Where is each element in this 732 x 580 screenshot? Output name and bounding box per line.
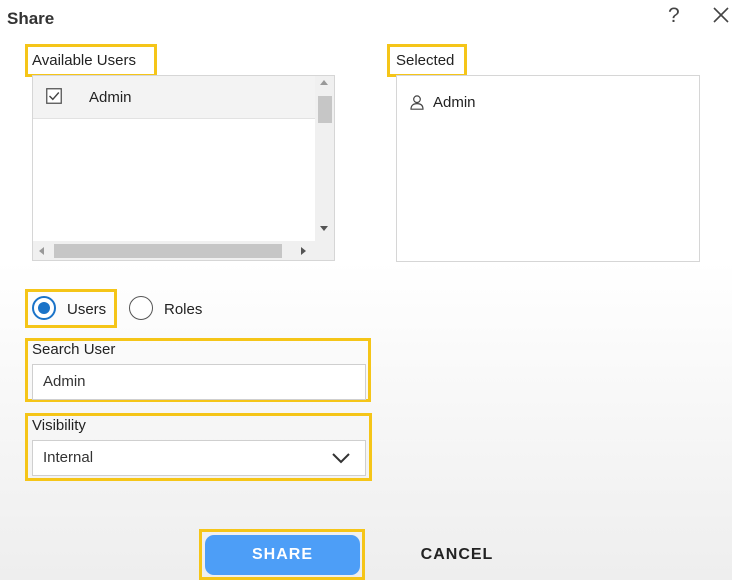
selected-user-name: Admin [433,94,476,111]
scroll-up-icon[interactable] [320,80,328,85]
list-item-label: Admin [89,89,132,106]
checkbox-checked-icon[interactable] [46,88,62,104]
roles-radio-label[interactable]: Roles [164,301,202,318]
list-item[interactable]: Admin [33,76,316,119]
available-users-list[interactable]: Admin [32,75,335,261]
close-icon[interactable] [711,5,731,25]
visibility-select[interactable]: Internal [32,440,366,476]
vertical-scrollbar[interactable] [315,76,334,242]
available-users-label: Available Users [32,52,136,69]
search-user-label: Search User [32,341,116,358]
scroll-right-icon[interactable] [301,247,306,255]
roles-radio[interactable] [129,296,153,320]
horizontal-scroll-thumb[interactable] [54,244,282,258]
users-radio[interactable] [32,296,56,320]
chevron-down-icon[interactable] [331,451,351,465]
search-user-input[interactable]: Admin [32,364,366,400]
scroll-left-icon[interactable] [39,247,44,255]
horizontal-scrollbar[interactable] [33,241,316,260]
scroll-down-icon[interactable] [320,226,328,231]
help-icon[interactable]: ? [668,4,680,28]
users-radio-label[interactable]: Users [67,301,106,318]
selected-users-panel: Admin [396,75,700,262]
visibility-label: Visibility [32,417,86,434]
dialog-title: Share [7,9,55,28]
scrollbar-corner [315,241,334,260]
vertical-scroll-thumb[interactable] [318,96,332,123]
share-button[interactable]: SHARE [205,535,360,575]
selected-label: Selected [396,52,455,69]
user-icon [410,95,424,110]
cancel-button[interactable]: CANCEL [404,542,510,568]
